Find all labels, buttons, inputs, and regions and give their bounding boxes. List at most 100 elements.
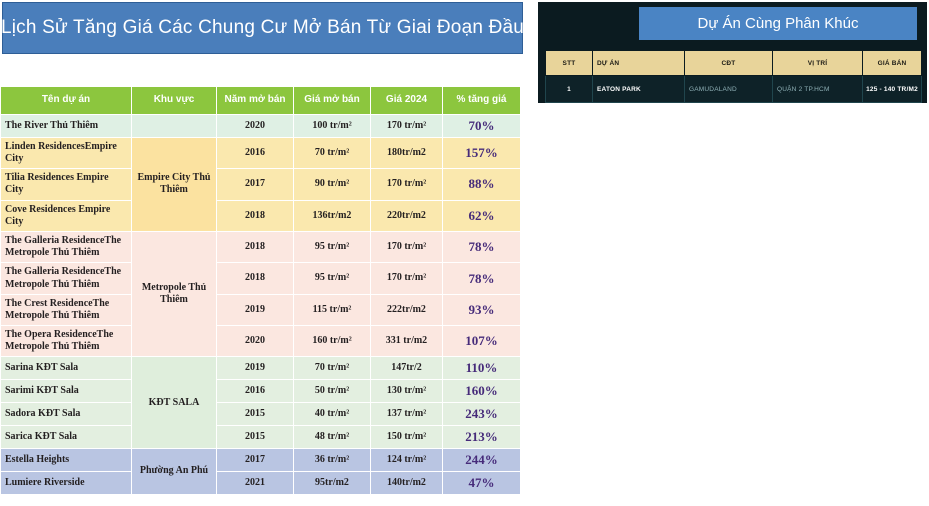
column-header-open-price: Giá mở bán [293, 86, 371, 115]
cell-percent-increase: 47% [442, 470, 521, 495]
cell-price-2024: 124 tr/m² [370, 447, 443, 472]
cell-price-2024: 180tr/m2 [370, 136, 443, 170]
cell-price-2024: 147tr/2 [370, 356, 443, 381]
segment-column-price: GIÁ BÁN [862, 50, 922, 76]
same-segment-title: Dự Án Cùng Phân Khúc [639, 7, 917, 40]
cell-project-name: The Galleria ResidenceThe Metropole Thủ … [0, 230, 132, 264]
table-row: Sarina KĐT Sala KĐT SALA 2019 70 tr/m² 147tr… [0, 356, 521, 449]
cell-year: 2020 [216, 325, 294, 358]
cell-open-price: 100 tr/m² [293, 114, 371, 138]
cell-open-price: 70 tr/m² [293, 356, 371, 381]
table-row: Tilia Residences Empire City 2017 90 tr/m²… [0, 168, 521, 201]
table-row: The Galleria ResidenceThe Metropole Thủ … [0, 230, 521, 358]
cell-project-name: The Crest ResidenceThe Metropole Thủ Thi… [0, 293, 132, 327]
cell-percent-increase: 62% [442, 199, 521, 232]
column-header-price-2024: Giá 2024 [370, 86, 443, 115]
cell-percent-increase: 70% [442, 114, 521, 138]
cell-project-name: Estella Heights [0, 447, 132, 472]
cell-percent-increase: 243% [442, 402, 521, 427]
table-row: The River Thủ Thiêm 2020 100 tr/m² 170 tr/m… [0, 114, 521, 138]
table-header-row: Tên dự án Khu vực Năm mở bán Giá mở bán … [0, 86, 521, 115]
cell-project-name: Lumiere Riverside [0, 470, 132, 495]
table-row: Estella Heights Phường An Phú 2017 36 tr/m²… [0, 447, 521, 495]
cell-price-2024: 150 tr/m² [370, 425, 443, 449]
table-row: Linden ResidencesEmpire City Empire City … [0, 136, 521, 232]
cell-project-name: Sarina KĐT Sala [0, 356, 132, 381]
table-row: Sadora KĐT Sala 2015 40 tr/m² 137 tr/m² 243% [0, 402, 521, 427]
table-row: Cove Residences Empire City 2018 136tr/m2 2… [0, 199, 521, 232]
cell-open-price: 115 tr/m² [293, 293, 371, 327]
table-row: Lumiere Riverside 2021 95tr/m2 140tr/m2 47% [0, 470, 521, 495]
cell-price-2024: 137 tr/m² [370, 402, 443, 427]
cell-area: Metropole Thủ Thiêm [131, 230, 217, 358]
column-header-area: Khu vực [131, 86, 217, 115]
segment-header-row: STT DỰ ÁN CĐT VỊ TRÍ GIÁ BÁN [545, 50, 922, 76]
cell-year: 2018 [216, 262, 294, 295]
cell-year: 2019 [216, 356, 294, 381]
cell-percent-increase: 78% [442, 230, 521, 264]
cell-project-name: Sarica KĐT Sala [0, 425, 132, 449]
segment-column-location: VỊ TRÍ [772, 50, 863, 76]
cell-year: 2015 [216, 402, 294, 427]
segment-table-header: STT DỰ ÁN CĐT VỊ TRÍ GIÁ BÁN [545, 50, 922, 76]
price-history-table: Tên dự án Khu vực Năm mở bán Giá mở bán … [0, 86, 521, 495]
cell-open-price: 90 tr/m² [293, 168, 371, 201]
cell-year: 2017 [216, 447, 294, 472]
table-row: The Crest ResidenceThe Metropole Thủ Thi… [0, 293, 521, 327]
cell-percent-increase: 157% [442, 136, 521, 170]
cell-price-2024: 220tr/m2 [370, 199, 443, 232]
column-header-pct: % tăng giá [442, 86, 521, 115]
cell-stt: 1 [545, 75, 593, 103]
cell-open-price: 95tr/m2 [293, 470, 371, 495]
cell-year: 2016 [216, 379, 294, 404]
cell-project-name: Linden ResidencesEmpire City [0, 136, 132, 170]
cell-open-price: 36 tr/m² [293, 447, 371, 472]
segment-table-body: 1 EATON PARK GAMUDALAND QUẬN 2 TP.HCM 125 - … [545, 75, 922, 103]
segment-column-stt: STT [545, 50, 593, 76]
cell-project-name: Cove Residences Empire City [0, 199, 132, 232]
cell-open-price: 160 tr/m² [293, 325, 371, 358]
cell-year: 2018 [216, 199, 294, 232]
page-title: Lịch Sử Tăng Giá Các Chung Cư Mở Bán Từ … [1, 2, 524, 54]
cell-open-price: 50 tr/m² [293, 379, 371, 404]
cell-percent-increase: 160% [442, 379, 521, 404]
cell-project-name: The Galleria ResidenceThe Metropole Thủ … [0, 262, 132, 295]
cell-open-price: 95 tr/m² [293, 230, 371, 264]
segment-column-project: DỰ ÁN [592, 50, 685, 76]
table-body: The River Thủ Thiêm 2020 100 tr/m² 170 tr/m… [0, 114, 521, 495]
cell-area: KĐT SALA [131, 356, 217, 449]
table-header: Tên dự án Khu vực Năm mở bán Giá mở bán … [0, 86, 521, 115]
table-row: Sarica KĐT Sala 2015 48 tr/m² 150 tr/m² 213% [0, 425, 521, 449]
cell-project-name: Sadora KĐT Sala [0, 402, 132, 427]
cell-percent-increase: 93% [442, 293, 521, 327]
cell-open-price: 136tr/m2 [293, 199, 371, 232]
cell-year: 2021 [216, 470, 294, 495]
cell-area: Empire City Thủ Thiêm [131, 136, 217, 232]
table-row: The Galleria ResidenceThe Metropole Thủ … [0, 262, 521, 295]
cell-open-price: 40 tr/m² [293, 402, 371, 427]
cell-project-name: Sarimi KĐT Sala [0, 379, 132, 404]
cell-price-2024: 140tr/m2 [370, 470, 443, 495]
cell-year: 2018 [216, 230, 294, 264]
cell-price-2024: 170 tr/m² [370, 114, 443, 138]
cell-price-2024: 170 tr/m² [370, 262, 443, 295]
cell-project: EATON PARK [592, 75, 685, 103]
cell-percent-increase: 213% [442, 425, 521, 449]
segment-column-developer: CĐT [684, 50, 773, 76]
cell-location: QUẬN 2 TP.HCM [772, 75, 863, 103]
column-header-name: Tên dự án [0, 86, 132, 115]
segment-table-row: 1 EATON PARK GAMUDALAND QUẬN 2 TP.HCM 125 - … [545, 75, 922, 103]
column-header-year: Năm mở bán [216, 86, 294, 115]
cell-project-name: The Opera ResidenceThe Metropole Thủ Thi… [0, 325, 132, 358]
table-row: The Opera ResidenceThe Metropole Thủ Thi… [0, 325, 521, 358]
cell-open-price: 48 tr/m² [293, 425, 371, 449]
cell-percent-increase: 107% [442, 325, 521, 358]
cell-open-price: 95 tr/m² [293, 262, 371, 295]
cell-year: 2019 [216, 293, 294, 327]
cell-price-2024: 170 tr/m² [370, 168, 443, 201]
table-row: Sarimi KĐT Sala 2016 50 tr/m² 130 tr/m² 160% [0, 379, 521, 404]
cell-year: 2016 [216, 136, 294, 170]
cell-price-2024: 222tr/m2 [370, 293, 443, 327]
cell-area [131, 114, 217, 138]
cell-area: Phường An Phú [131, 447, 217, 495]
